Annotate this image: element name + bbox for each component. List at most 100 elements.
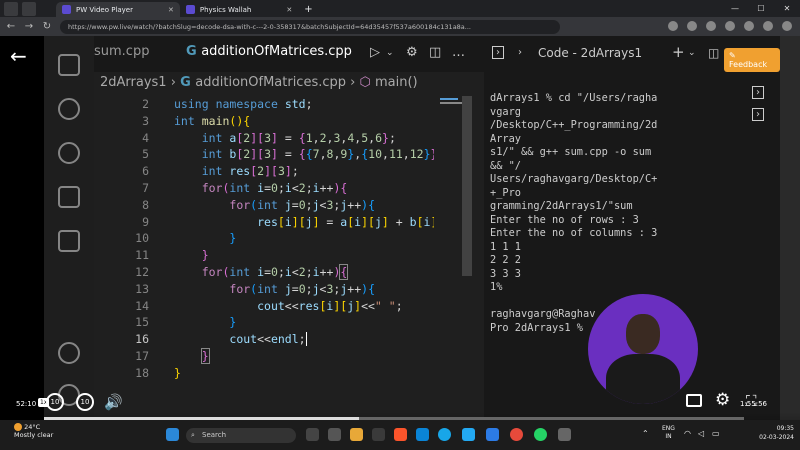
code-line[interactable]: 7 for(int i=0;i<2;i++){ [94,180,484,197]
window-menu-icon[interactable] [4,1,18,16]
code-line[interactable]: 2 using namespace std; [94,96,484,113]
terminal-icon[interactable]: › [492,46,504,59]
subtitles-icon[interactable] [686,394,702,407]
code-line[interactable]: 10 } [94,230,484,247]
account-icon[interactable] [58,342,80,364]
tab-physics-wallah[interactable]: Physics Wallah ✕ [180,2,298,17]
edge-icon[interactable] [416,428,429,441]
battery-icon[interactable]: ▭ [712,429,720,438]
close-window-icon[interactable]: ✕ [774,0,800,17]
more-icon[interactable]: … [452,45,465,60]
app-icon[interactable] [372,428,385,441]
pw-favicon-icon [185,5,195,14]
volume-icon[interactable]: 🔊 [104,393,123,411]
code-line[interactable]: 11 } [94,247,484,264]
task-view-icon[interactable] [306,428,319,441]
run-dropdown-icon[interactable]: ⌄ [386,48,394,58]
reload-icon[interactable]: ↻ [40,21,54,32]
editor-scrollbar[interactable] [462,96,472,276]
extension-icon[interactable] [668,21,678,31]
brave-icon[interactable] [394,428,407,441]
fullscreen-icon[interactable]: ⛶ [746,392,757,410]
extension-icon[interactable] [706,21,716,31]
video-player[interactable]: ← sum.cpp G additionOfMatrices.cpp ▷ ⌄ ⚙… [0,36,800,420]
extension-icon[interactable] [687,21,697,31]
address-bar-row: ← → ↻ https://www.pw.live/watch/?batchSl… [0,17,800,36]
back-arrow-icon[interactable]: ← [10,44,27,68]
code-line[interactable]: 9 res[i][j] = a[i][j] + b[i][j]; [94,214,484,231]
chevron-down-icon[interactable]: ⌄ [688,48,696,58]
back-icon[interactable]: ← [4,21,18,32]
tab-search-icon[interactable] [22,1,36,16]
forward-10-icon[interactable]: 10 [76,393,94,411]
code-line[interactable]: 17 } [94,347,484,365]
extensions-icon[interactable] [58,230,80,252]
app-icon[interactable] [438,428,451,441]
app-icon[interactable] [328,428,341,441]
code-line[interactable]: 4 int a[2][3] = {1,2,3,4,5,6}; [94,130,484,147]
terminal-output[interactable]: dArrays1 % cd "/Users/ragha vgarg /Deskt… [490,92,730,335]
weather-widget[interactable]: 24°C Mostly clear [14,423,53,439]
code-line[interactable]: 8 for(int j=0;j<3;j++){ [94,197,484,214]
split-terminal-icon[interactable]: ◫ [708,46,719,60]
explorer-icon[interactable] [58,54,80,76]
minimize-icon[interactable]: — [722,0,748,17]
code-line[interactable]: 14 cout<<res[i][j]<<" "; [94,298,484,315]
run-debug-icon[interactable] [58,186,80,208]
profile-icon[interactable] [763,21,773,31]
code-line[interactable]: 3 int main(){ [94,113,484,130]
add-terminal-icon[interactable]: + [672,43,685,61]
rewind-10-icon[interactable]: 10 [46,393,64,411]
terminal-icon[interactable]: › [752,108,764,121]
source-control-icon[interactable] [58,142,80,164]
whatsapp-icon[interactable] [534,428,547,441]
tab-addition-of-matrices[interactable]: G additionOfMatrices.cpp [186,44,352,59]
clock[interactable]: 09:35 02-03-2024 [759,424,794,442]
settings-icon[interactable]: ⚙ [715,390,730,410]
app-icon[interactable] [558,428,571,441]
code-line[interactable]: 15 } [94,314,484,331]
breadcrumb-folder[interactable]: 2dArrays1 [100,75,167,90]
extension-icon[interactable] [725,21,735,31]
windows-start-icon[interactable] [166,428,179,441]
breadcrumb-file[interactable]: additionOfMatrices.cpp [195,75,346,90]
terminal-title[interactable]: Code - 2dArrays1 [538,46,642,60]
code-lines[interactable]: 2 using namespace std; 3 int main(){4 int a… [94,96,484,382]
search-icon[interactable] [58,98,80,120]
editor-tabs: sum.cpp G additionOfMatrices.cpp ▷ ⌄ ⚙ ◫… [94,36,484,72]
breadcrumb-symbol[interactable]: main() [375,75,418,90]
chevron-right-icon: › [350,75,360,90]
close-tab-icon[interactable]: ✕ [286,6,292,14]
vscode-icon[interactable] [462,428,475,441]
code-line[interactable]: 5 int b[2][3] = {{7,8,9},{10,11,12}}; [94,146,484,163]
run-icon[interactable]: ▷ [370,45,380,60]
language-indicator[interactable]: ENG IN [662,425,675,441]
code-line[interactable]: 6 int res[2][3]; [94,163,484,180]
wifi-icon[interactable]: ◠ [684,429,691,438]
tab-sum-cpp[interactable]: sum.cpp [94,44,149,59]
app-icon[interactable] [486,428,499,441]
code-line[interactable]: 12 for(int i=0;i<2;i++){ [94,263,484,281]
code-editor[interactable]: sum.cpp G additionOfMatrices.cpp ▷ ⌄ ⚙ ◫… [94,36,484,420]
menu-icon[interactable] [782,21,792,31]
url-input[interactable]: https://www.pw.live/watch/?batchSlug=dec… [60,19,560,34]
terminal-icon[interactable]: › [752,86,764,99]
forward-icon[interactable]: → [22,21,36,32]
new-tab-button[interactable]: + [298,2,318,17]
tab-pw-video-player[interactable]: PW Video Player ✕ [56,2,180,17]
extension-icon[interactable] [744,21,754,31]
code-line[interactable]: 18} [94,365,484,382]
gear-icon[interactable]: ⚙ [406,45,418,60]
maximize-icon[interactable]: ☐ [748,0,774,17]
instructor-webcam [588,294,698,404]
taskbar-search[interactable]: ⌕ Search [186,428,296,443]
close-tab-icon[interactable]: ✕ [168,6,174,14]
code-line[interactable]: 13 for(int j=0;j<3;j++){ [94,281,484,298]
code-line[interactable]: 16 cout<<endl; [94,331,484,348]
file-explorer-icon[interactable] [350,428,363,441]
chevron-up-icon[interactable]: ⌃ [642,429,649,438]
split-editor-icon[interactable]: ◫ [429,45,441,60]
speaker-icon[interactable]: ◁ [698,429,704,438]
chrome-icon[interactable] [510,428,523,441]
feedback-button[interactable]: ✎ Feedback [724,48,780,72]
